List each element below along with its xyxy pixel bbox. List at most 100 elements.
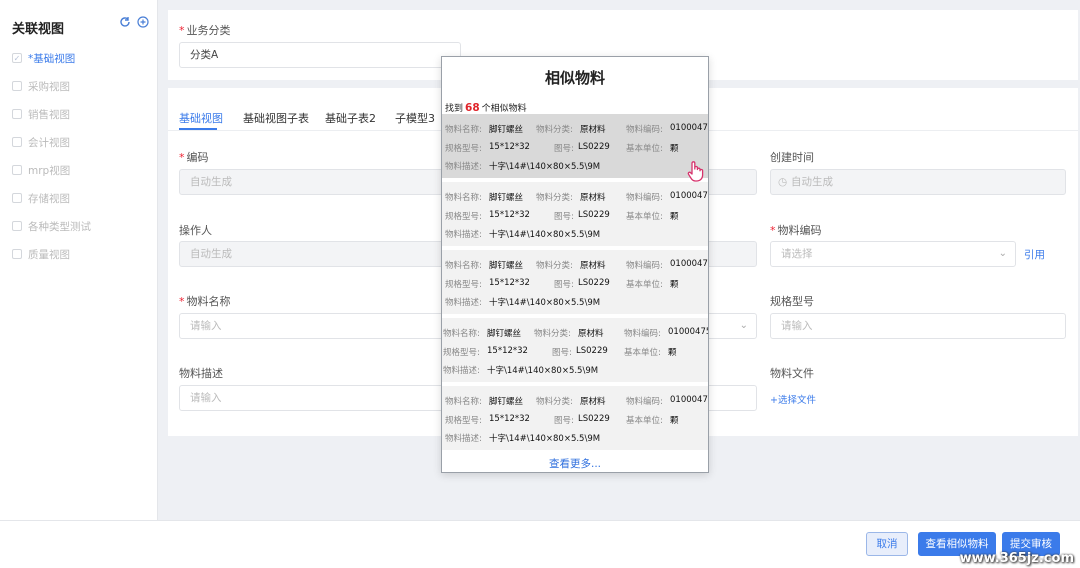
unit-value: 颗 [668, 348, 677, 358]
material-name-value: 脚钉螺丝 [487, 329, 522, 339]
chevron-down-icon: ⌄ [998, 248, 1007, 259]
unit-value: 颗 [670, 144, 679, 154]
material-desc-value: 十字\14#\140×80×5.5\9M [489, 230, 601, 240]
tab-basic-subtable[interactable]: 基础视图子表 [243, 110, 309, 126]
field-label: 规格型号: [445, 416, 482, 426]
select-file-link[interactable]: +选择文件 [770, 392, 816, 406]
checkbox[interactable]: ✓ [12, 53, 22, 63]
found-count: 68 [465, 102, 480, 114]
field-label: 物料名称: [445, 397, 482, 407]
sidebar-item[interactable]: ✓ *基础视图 [12, 50, 75, 66]
field-label: 物料名称: [445, 193, 482, 203]
field-label: 规格型号: [445, 212, 482, 222]
tab-basic-view[interactable]: 基础视图 [179, 110, 223, 126]
refresh-icon[interactable] [118, 16, 131, 29]
spec-model-value: 15*12*32 [489, 414, 530, 424]
cancel-button[interactable]: 取消 [866, 532, 908, 556]
material-category-value: 原材料 [578, 329, 604, 339]
spec-model-label: 规格型号 [770, 295, 814, 308]
field-label: 物料描述: [445, 298, 482, 308]
spec-model-value: 15*12*32 [489, 142, 530, 152]
field-label: 物料描述: [443, 366, 480, 376]
tab-submodel-3[interactable]: 子模型3 [395, 110, 435, 126]
sidebar-item[interactable]: 质量视图 [12, 246, 70, 262]
material-desc-value: 十字\14#\140×80×5.5\9M [489, 298, 601, 308]
category-select[interactable]: 分类A [179, 42, 461, 68]
material-code-value: 01000475 [670, 123, 709, 133]
hand-pointer-icon [686, 160, 706, 182]
checkbox[interactable] [12, 249, 22, 259]
field-label: 物料编码: [626, 125, 663, 135]
similar-material-item[interactable]: 物料名称: 脚钉螺丝 物料分类: 原材料 物料编码: 01000475 规格型号: 15*12… [442, 250, 708, 314]
field-label: 规格型号: [445, 280, 482, 290]
similar-material-item[interactable]: 物料名称: 脚钉螺丝 物料分类: 原材料 物料编码: 01000475 规格型号: 15*12… [442, 386, 708, 450]
created-time-label: 创建时间 [770, 151, 814, 164]
sidebar-item[interactable]: 销售视图 [12, 106, 70, 122]
field-label: 基本单位: [626, 280, 663, 290]
field-label: 物料分类: [536, 193, 573, 203]
material-code-select[interactable]: 请选择 ⌄ [770, 241, 1016, 267]
similar-material-item[interactable]: 物料名称: 脚钉螺丝 物料分类: 原材料 物料编码: 01000475 规格型号: 15*12… [442, 318, 708, 382]
popup-title: 相似物料 [544, 69, 605, 87]
checkbox[interactable] [12, 109, 22, 119]
sidebar-item[interactable]: 存储视图 [12, 190, 70, 206]
material-category-value: 原材料 [580, 193, 606, 203]
checkbox[interactable] [12, 221, 22, 231]
field-label: 基本单位: [626, 212, 663, 222]
field-label: 物料编码: [624, 329, 661, 339]
material-category-value: 原材料 [580, 261, 606, 271]
operator-label: 操作人 [179, 224, 212, 237]
add-circle-icon[interactable] [136, 16, 149, 29]
drawing-no-value: LS0229 [578, 414, 610, 424]
sidebar-item[interactable]: 会计视图 [12, 134, 70, 150]
field-label: 物料名称: [445, 125, 482, 135]
material-code-label: * 物料编码 [770, 224, 822, 237]
similar-material-item[interactable]: 物料名称: 脚钉螺丝 物料分类: 原材料 物料编码: 01000475 规格型号: 15*12… [442, 182, 708, 246]
field-label: 物料名称: [445, 261, 482, 271]
similar-material-item[interactable]: 物料名称: 脚钉螺丝 物料分类: 原材料 物料编码: 01000475 规格型号: 15*12… [442, 114, 708, 178]
material-desc-value: 十字\14#\140×80×5.5\9M [489, 162, 601, 172]
code-label: * 编码 [179, 151, 209, 164]
checkbox[interactable] [12, 193, 22, 203]
sidebar-item[interactable]: mrp视图 [12, 162, 70, 178]
spec-model-input[interactable]: 请输入 [770, 313, 1066, 339]
sidebar-item-label: 销售视图 [28, 108, 70, 121]
tab-subtable-2[interactable]: 基础子表2 [325, 110, 376, 126]
field-label: 基本单位: [626, 416, 663, 426]
field-label: 物料名称: [443, 329, 480, 339]
material-category-value: 原材料 [580, 125, 606, 135]
material-file-label: 物料文件 [770, 367, 814, 380]
checkbox[interactable] [12, 137, 22, 147]
field-label: 物料编码: [626, 261, 663, 271]
material-code-value: 01000475 [670, 395, 709, 405]
checkbox[interactable] [12, 81, 22, 91]
sidebar-item-label: 各种类型测试 [28, 220, 91, 233]
field-label: 规格型号: [443, 348, 480, 358]
field-label: 规格型号: [445, 144, 482, 154]
material-name-value: 脚钉螺丝 [489, 193, 524, 203]
unit-value: 颗 [670, 212, 679, 222]
field-label: 基本单位: [626, 144, 663, 154]
spec-model-value: 15*12*32 [489, 278, 530, 288]
field-label: 图号: [554, 416, 574, 426]
material-desc-value: 十字\14#\140×80×5.5\9M [489, 434, 601, 444]
drawing-no-value: LS0229 [576, 346, 608, 356]
operator-input: 自动生成 [179, 241, 449, 267]
drawing-no-value: LS0229 [578, 278, 610, 288]
sidebar-item[interactable]: 各种类型测试 [12, 218, 91, 234]
material-code-value: 01000475 [668, 327, 709, 337]
unit-value: 颗 [670, 280, 679, 290]
sidebar-item-label: 会计视图 [28, 136, 70, 149]
code-input: 自动生成 [179, 169, 449, 195]
reference-link[interactable]: 引用 [1024, 247, 1045, 262]
view-more-link[interactable]: 查看更多... [442, 456, 708, 471]
field-label: 物料描述: [445, 434, 482, 444]
sidebar-item-label: *基础视图 [28, 52, 76, 65]
field-label: 图号: [554, 144, 574, 154]
sidebar-item-label: 质量视图 [28, 248, 70, 261]
field-label: 物料编码: [626, 397, 663, 407]
drawing-no-value: LS0229 [578, 210, 610, 220]
similar-materials-popup: 相似物料 找到 68 个相似物料 物料名称: 脚钉螺丝 物料分类: 原材料 物料编码: 010… [441, 56, 709, 473]
checkbox[interactable] [12, 165, 22, 175]
sidebar-item[interactable]: 采购视图 [12, 78, 70, 94]
